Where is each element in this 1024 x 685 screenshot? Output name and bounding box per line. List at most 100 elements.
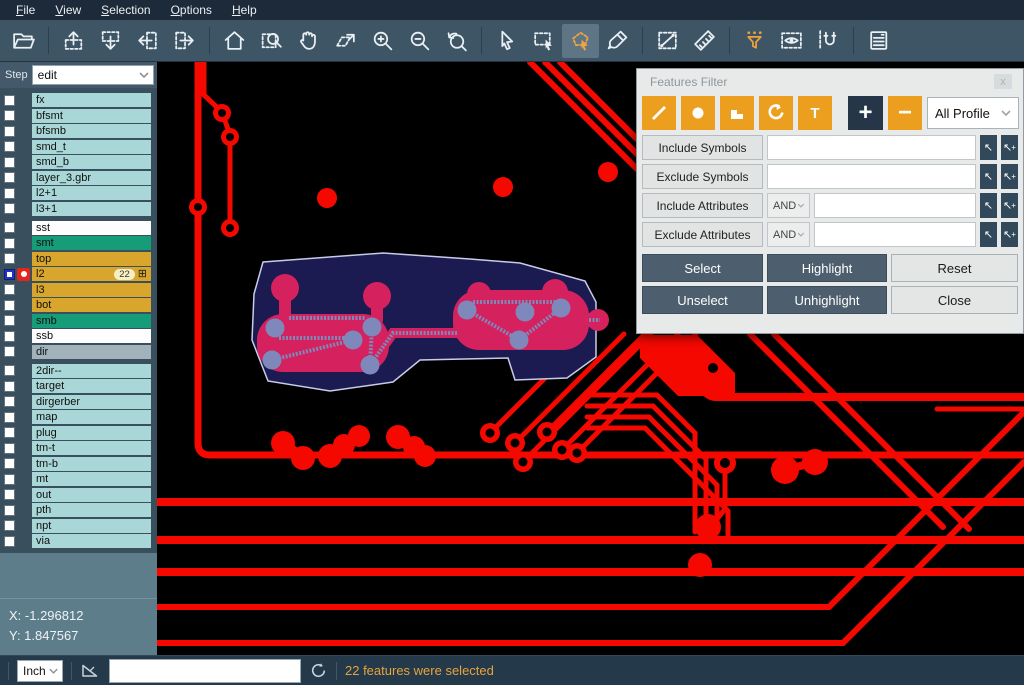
layer-checkbox-smb[interactable] bbox=[4, 315, 15, 326]
close-button[interactable]: Close bbox=[891, 286, 1018, 314]
tool-features-filter[interactable] bbox=[736, 24, 773, 58]
layer-checkbox-map[interactable] bbox=[4, 412, 15, 423]
layer-row-l3-1[interactable]: l3+1 bbox=[0, 202, 157, 216]
layer-row-smb[interactable]: smb bbox=[0, 314, 157, 328]
layer-checkbox-dirgerber[interactable] bbox=[4, 396, 15, 407]
add-filter-button[interactable]: + bbox=[848, 96, 883, 130]
layer-checkbox-layer-3-gbr[interactable] bbox=[4, 172, 15, 183]
layer-row-npt[interactable]: npt bbox=[0, 519, 157, 533]
layer-row-target[interactable]: target bbox=[0, 379, 157, 393]
tool-open-project[interactable] bbox=[5, 24, 42, 58]
layer-row-dirgerber[interactable]: dirgerber bbox=[0, 395, 157, 409]
step-select[interactable]: edit bbox=[32, 65, 154, 85]
filter-type-arc[interactable] bbox=[759, 96, 793, 130]
layer-checkbox-smd-t[interactable] bbox=[4, 141, 15, 152]
layer-row-layer-3-gbr[interactable]: layer_3.gbr bbox=[0, 171, 157, 185]
highlight-button[interactable]: Highlight bbox=[767, 254, 887, 282]
layer-checkbox-smt[interactable] bbox=[4, 238, 15, 249]
include-symbols-input[interactable] bbox=[767, 135, 976, 160]
exclude-attributes-pick-button[interactable]: ↖ bbox=[980, 222, 997, 247]
reset-button[interactable]: Reset bbox=[891, 254, 1018, 282]
layer-checkbox-l3[interactable] bbox=[4, 284, 15, 295]
tool-measure-point[interactable] bbox=[649, 24, 686, 58]
layer-checkbox-dir[interactable] bbox=[4, 346, 15, 357]
exclude-symbols-pick-button[interactable]: ↖ bbox=[980, 164, 997, 189]
tool-pan-hand[interactable] bbox=[290, 24, 327, 58]
include-attributes-input[interactable] bbox=[814, 193, 976, 218]
layer-row-2dir[interactable]: 2dir-- bbox=[0, 364, 157, 378]
layer-checkbox-pth[interactable] bbox=[4, 505, 15, 516]
tool-zoom-in[interactable] bbox=[364, 24, 401, 58]
layer-checkbox-l3-1[interactable] bbox=[4, 203, 15, 214]
tool-pan-right[interactable] bbox=[166, 24, 203, 58]
menu-file[interactable]: File bbox=[6, 2, 45, 18]
layer-checkbox-smd-b[interactable] bbox=[4, 157, 15, 168]
layer-row-l3[interactable]: l3 bbox=[0, 283, 157, 297]
tool-layers-table[interactable] bbox=[860, 24, 897, 58]
include-symbols-pick-add-button[interactable]: ↖+ bbox=[1001, 135, 1018, 160]
filter-type-line[interactable] bbox=[642, 96, 676, 130]
layer-checkbox-2dir[interactable] bbox=[4, 365, 15, 376]
layer-row-sst[interactable]: sst bbox=[0, 221, 157, 235]
profile-select[interactable]: All Profile bbox=[927, 97, 1019, 129]
tool-select-rectangle[interactable] bbox=[525, 24, 562, 58]
layer-row-tm-t[interactable]: tm-t bbox=[0, 441, 157, 455]
tool-pan-up[interactable] bbox=[55, 24, 92, 58]
exclude-attributes-operator-select[interactable]: AND bbox=[767, 222, 810, 247]
layer-checkbox-plug[interactable] bbox=[4, 427, 15, 438]
exclude-attributes-input[interactable] bbox=[814, 222, 976, 247]
exclude-attributes-button[interactable]: Exclude Attributes bbox=[642, 222, 763, 247]
tool-pan-left[interactable] bbox=[129, 24, 166, 58]
layer-row-l2[interactable]: l222⊞ bbox=[0, 267, 157, 281]
filter-type-text[interactable]: T bbox=[798, 96, 832, 130]
layer-row-plug[interactable]: plug bbox=[0, 426, 157, 440]
tool-zoom-out[interactable] bbox=[401, 24, 438, 58]
layer-checkbox-npt[interactable] bbox=[4, 520, 15, 531]
unhighlight-button[interactable]: Unhighlight bbox=[767, 286, 887, 314]
tool-select-pointer[interactable] bbox=[488, 24, 525, 58]
refresh-icon[interactable] bbox=[309, 661, 328, 680]
filter-type-pad[interactable] bbox=[681, 96, 715, 130]
include-attributes-button[interactable]: Include Attributes bbox=[642, 193, 763, 218]
layer-row-out[interactable]: out bbox=[0, 488, 157, 502]
layer-row-smd-b[interactable]: smd_b bbox=[0, 155, 157, 169]
layer-row-bot[interactable]: bot bbox=[0, 298, 157, 312]
layer-checkbox-sst[interactable] bbox=[4, 222, 15, 233]
tool-measure-ruler[interactable] bbox=[686, 24, 723, 58]
layer-row-l2-1[interactable]: l2+1 bbox=[0, 186, 157, 200]
tool-snap-mode[interactable] bbox=[810, 24, 847, 58]
include-symbols-pick-button[interactable]: ↖ bbox=[980, 135, 997, 160]
unselect-button[interactable]: Unselect bbox=[642, 286, 763, 314]
tool-clear-highlight[interactable] bbox=[599, 24, 636, 58]
tool-zoom-window[interactable] bbox=[253, 24, 290, 58]
layer-checkbox-out[interactable] bbox=[4, 489, 15, 500]
tool-select-polygon[interactable] bbox=[562, 24, 599, 58]
tool-pan-down[interactable] bbox=[92, 24, 129, 58]
exclude-symbols-input[interactable] bbox=[767, 164, 976, 189]
layer-checkbox-tm-t[interactable] bbox=[4, 443, 15, 454]
layer-checkbox-fx[interactable] bbox=[4, 95, 15, 106]
layer-row-top[interactable]: top bbox=[0, 252, 157, 266]
tool-zoom-dynamic[interactable] bbox=[327, 24, 364, 58]
layer-checkbox-ssb[interactable] bbox=[4, 331, 15, 342]
layer-row-smd-t[interactable]: smd_t bbox=[0, 140, 157, 154]
menu-view[interactable]: View bbox=[45, 2, 91, 18]
layer-checkbox-bfsmt[interactable] bbox=[4, 110, 15, 121]
layer-checkbox-l2-1[interactable] bbox=[4, 188, 15, 199]
dialog-close-button[interactable]: x bbox=[994, 74, 1012, 89]
exclude-attributes-pick-add-button[interactable]: ↖+ bbox=[1001, 222, 1018, 247]
include-attributes-pick-button[interactable]: ↖ bbox=[980, 193, 997, 218]
layer-checkbox-l2[interactable] bbox=[4, 269, 15, 280]
menu-selection[interactable]: Selection bbox=[91, 2, 160, 18]
layer-row-bfsmb[interactable]: bfsmb bbox=[0, 124, 157, 138]
remove-filter-button[interactable]: − bbox=[888, 96, 922, 130]
include-attributes-pick-add-button[interactable]: ↖+ bbox=[1001, 193, 1018, 218]
layer-checkbox-tm-b[interactable] bbox=[4, 458, 15, 469]
layer-row-ssb[interactable]: ssb bbox=[0, 329, 157, 343]
layer-checkbox-mt[interactable] bbox=[4, 474, 15, 485]
layer-row-smt[interactable]: smt bbox=[0, 236, 157, 250]
layer-row-via[interactable]: via bbox=[0, 534, 157, 548]
layer-checkbox-target[interactable] bbox=[4, 381, 15, 392]
layer-checkbox-top[interactable] bbox=[4, 253, 15, 264]
layer-row-fx[interactable]: fx bbox=[0, 93, 157, 107]
